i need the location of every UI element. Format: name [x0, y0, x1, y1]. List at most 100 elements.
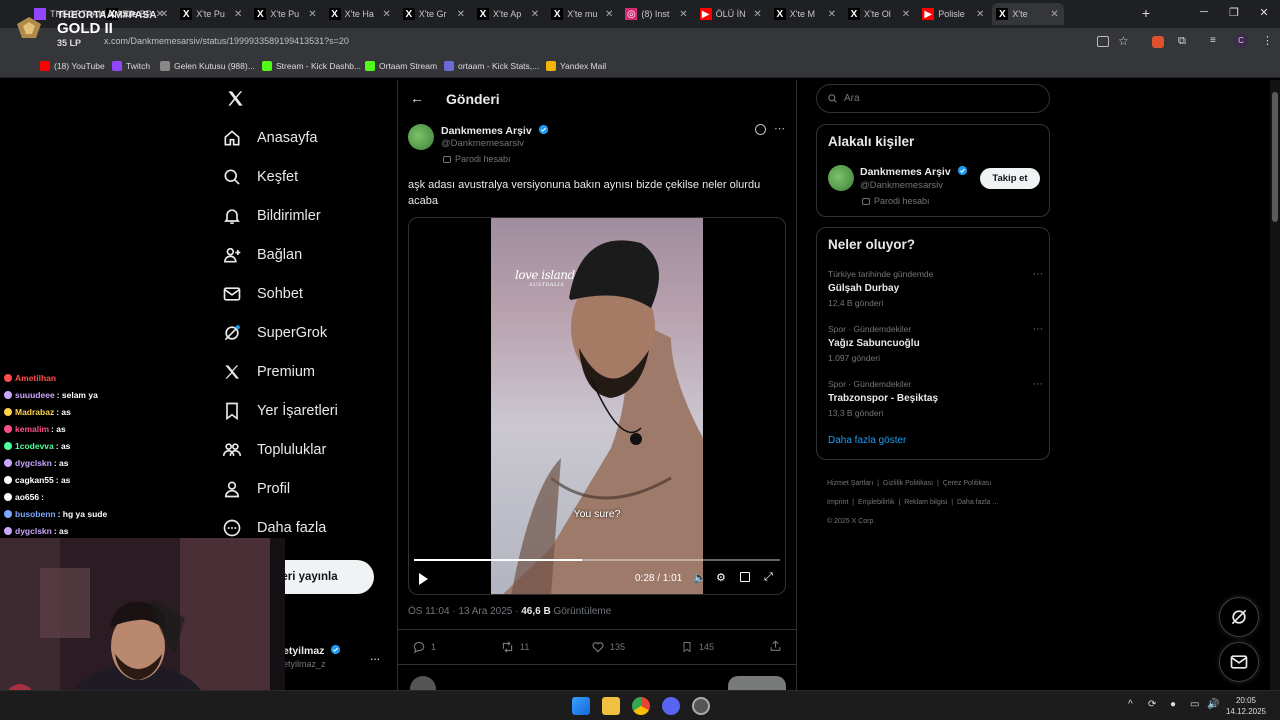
microphone-icon[interactable]: ● — [1170, 699, 1176, 710]
browser-tab[interactable]: ▶ ÖLÜ İN ✕ — [696, 3, 768, 25]
browser-tab[interactable]: X X'te Ol ✕ — [844, 3, 916, 25]
settings-gear-icon[interactable]: ⚙ — [716, 571, 726, 584]
nav-bookmarks[interactable]: Yer İşaretleri — [222, 396, 392, 426]
footer-imprint[interactable]: Imprint — [827, 499, 848, 506]
trend-item[interactable]: Türkiye tarihinde gündemde Gülşah Durbay… — [828, 269, 1043, 308]
nav-premium[interactable]: Premium — [222, 357, 392, 387]
browser-tab[interactable]: X X'te Pu ✕ — [250, 3, 322, 25]
new-tab-button[interactable]: + — [1138, 5, 1154, 21]
trend-item[interactable]: Spor · Gündemdekiler Yağız Sabuncuoğlu 1… — [828, 324, 1043, 363]
puzzle-icon[interactable]: ⧉ — [1178, 35, 1186, 48]
share-button[interactable] — [769, 639, 782, 658]
search-box[interactable]: Ara — [816, 84, 1050, 113]
more-options-icon[interactable]: ⋯ — [774, 122, 785, 135]
media-icon[interactable]: ≡ — [1210, 35, 1216, 46]
browser-tab[interactable]: ▶ Polisle ✕ — [918, 3, 990, 25]
trend-more-icon[interactable]: ⋯ — [1033, 324, 1043, 335]
speaker-icon[interactable]: 🔊 — [1207, 699, 1219, 710]
close-tab-icon[interactable]: ✕ — [751, 9, 765, 20]
footer-terms[interactable]: Hizmet Şartları — [827, 480, 873, 487]
menu-kebab-icon[interactable]: ⋮ — [1262, 34, 1273, 47]
author-name-row[interactable]: Dankmemes Arşiv — [441, 124, 549, 137]
close-tab-icon[interactable]: ✕ — [305, 9, 319, 20]
maximize-icon[interactable]: ❐ — [1226, 6, 1242, 19]
minimize-icon[interactable]: ─ — [1196, 6, 1212, 18]
browser-tab[interactable]: X X'te M ✕ — [770, 3, 842, 25]
browser-tab[interactable]: X X'te mu ✕ — [547, 3, 619, 25]
close-tab-icon[interactable]: ✕ — [825, 9, 839, 20]
video-player[interactable]: love island AUSTRALIA You sure? 0:28 / 1… — [408, 217, 786, 595]
chrome-icon[interactable] — [632, 697, 650, 715]
app-icon[interactable] — [692, 697, 710, 715]
pip-icon[interactable] — [740, 572, 750, 582]
footer-ads-info[interactable]: Reklam bilgisi — [904, 499, 947, 506]
bookmark-kick-dashboard[interactable]: Stream - Kick Dashb... — [262, 61, 361, 71]
scrollbar-thumb[interactable] — [1272, 92, 1278, 222]
x-logo-icon[interactable] — [226, 89, 245, 113]
bookmark-mail[interactable]: Gelen Kutusu (988)... — [160, 61, 255, 71]
bookmark-button[interactable]: 145 — [681, 640, 714, 654]
install-app-icon[interactable] — [1097, 36, 1109, 47]
account-more-icon[interactable]: ... — [370, 649, 380, 663]
reply-submit-button[interactable] — [728, 676, 786, 690]
nav-home[interactable]: Anasayfa — [222, 123, 392, 153]
footer-cookies[interactable]: Çerez Politikası — [943, 480, 992, 487]
reply-button[interactable]: 1 — [412, 640, 436, 654]
reply-avatar[interactable] — [410, 676, 436, 690]
post-timestamp[interactable]: ÖS 11:04 · 13 Ara 2025 · — [408, 606, 521, 617]
volume-icon[interactable]: 🔈 — [693, 571, 707, 584]
related-avatar[interactable] — [828, 165, 854, 191]
footer-more[interactable]: Daha fazla ... — [957, 499, 998, 506]
repost-button[interactable]: 11 — [500, 640, 529, 654]
nav-profile[interactable]: Profil — [222, 474, 392, 504]
nav-communities[interactable]: Topluluklar — [222, 435, 392, 465]
trend-more-icon[interactable]: ⋯ — [1033, 379, 1043, 390]
close-tab-icon[interactable]: ✕ — [973, 9, 987, 20]
browser-tab[interactable]: X X'te Pu ✕ — [176, 3, 248, 25]
trend-more-icon[interactable]: ⋯ — [1033, 269, 1043, 280]
browser-tab[interactable]: X X'te Ap ✕ — [473, 3, 545, 25]
tray-sync-icon[interactable]: ⟳ — [1148, 699, 1156, 710]
nav-notifications[interactable]: Bildirimler — [222, 201, 392, 231]
page-scrollbar[interactable] — [1270, 80, 1280, 690]
windows-start-icon[interactable] — [572, 697, 590, 715]
grok-fab-button[interactable] — [1219, 597, 1259, 637]
file-explorer-icon[interactable] — [602, 697, 620, 715]
author-avatar[interactable] — [408, 124, 434, 150]
related-name-row[interactable]: Dankmemes Arşiv — [860, 165, 968, 178]
close-tab-icon[interactable]: ✕ — [676, 9, 690, 20]
close-tab-icon[interactable]: ✕ — [1047, 9, 1061, 20]
browser-tab[interactable]: X X'te Gr ✕ — [399, 3, 471, 25]
nav-connect[interactable]: Bağlan — [222, 240, 392, 270]
bookmark-yandex-mail[interactable]: Yandex Mail — [546, 61, 606, 71]
close-tab-icon[interactable]: ✕ — [899, 9, 913, 20]
close-window-icon[interactable]: ✕ — [1256, 6, 1272, 19]
close-tab-icon[interactable]: ✕ — [602, 9, 616, 20]
follow-button[interactable]: Takip et — [980, 168, 1040, 189]
close-tab-icon[interactable]: ✕ — [380, 9, 394, 20]
author-handle[interactable]: @Dankmemesarsiv — [441, 138, 524, 149]
show-more-link[interactable]: Daha fazla göster — [828, 435, 906, 446]
browser-tab[interactable]: X X'te ✕ — [992, 3, 1065, 25]
browser-tab[interactable]: ◎ (8) Inst ✕ — [621, 3, 693, 25]
close-tab-icon[interactable]: ✕ — [454, 9, 468, 20]
play-icon[interactable] — [419, 573, 428, 585]
like-button[interactable]: 135 — [591, 640, 625, 654]
bookmark-star-icon[interactable]: ☆ — [1118, 34, 1129, 48]
profile-avatar-icon[interactable]: C — [1234, 34, 1248, 48]
trend-item[interactable]: Spor · Gündemdekiler Trabzonspor - Beşik… — [828, 379, 1043, 418]
system-clock[interactable]: 20:05 14.12.2025 — [1226, 695, 1266, 717]
footer-accessibility[interactable]: Erişilebilirlik — [858, 499, 895, 506]
footer-privacy[interactable]: Gizlilik Politikası — [883, 480, 933, 487]
browser-tab[interactable]: X X'te Ha ✕ — [325, 3, 397, 25]
bookmark-ortaam-stream[interactable]: Ortaam Stream — [365, 61, 437, 71]
nav-explore[interactable]: Keşfet — [222, 162, 392, 192]
close-tab-icon[interactable]: ✕ — [528, 9, 542, 20]
extension-icon[interactable] — [1152, 36, 1164, 48]
back-arrow-icon[interactable]: ← — [410, 90, 424, 106]
video-progress-track[interactable] — [414, 559, 780, 561]
nav-supergrok[interactable]: SuperGrok — [222, 318, 392, 348]
account-switcher[interactable]: etyilmaz etyilmaz_z — [283, 644, 341, 669]
close-tab-icon[interactable]: ✕ — [231, 9, 245, 20]
network-icon[interactable]: ▭ — [1190, 699, 1199, 710]
